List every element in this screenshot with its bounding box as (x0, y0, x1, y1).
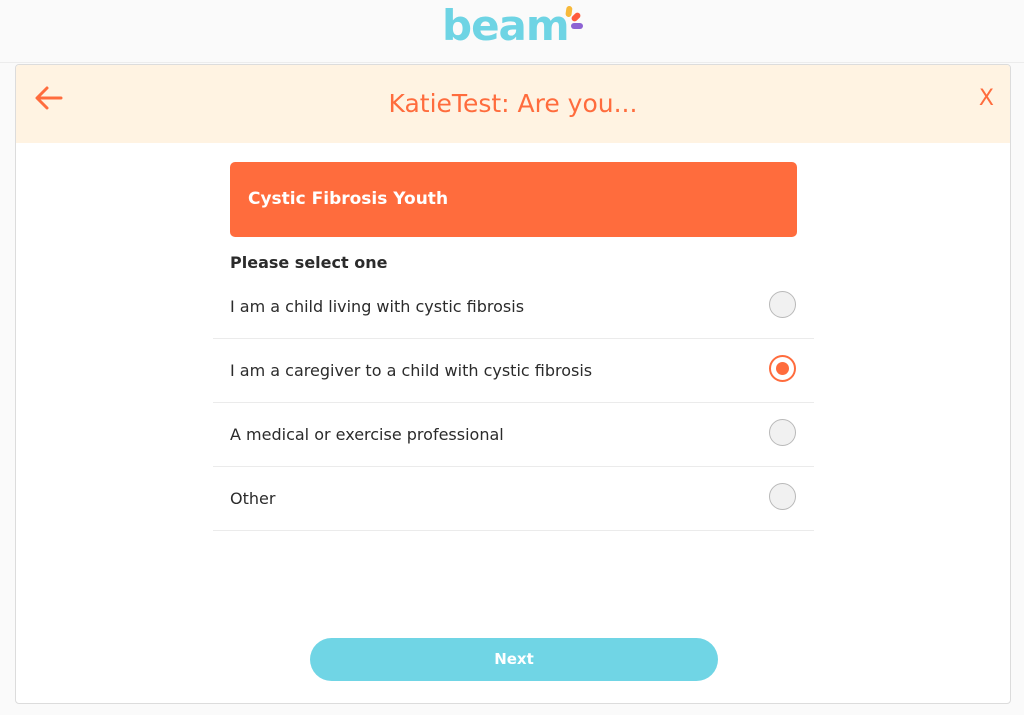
option-label: I am a child living with cystic fibrosis (230, 297, 525, 316)
close-button[interactable]: X (979, 85, 994, 113)
category-label: Cystic Fibrosis Youth (248, 189, 449, 209)
option-caregiver[interactable]: I am a caregiver to a child with cystic … (213, 339, 814, 403)
app-top-bar: beam (0, 0, 1024, 63)
radio-button[interactable] (769, 419, 796, 446)
option-label: Other (230, 489, 276, 508)
radio-button[interactable] (769, 291, 796, 318)
select-prompt: Please select one (230, 253, 388, 272)
radio-button-selected[interactable] (769, 355, 796, 382)
page-title: KatieTest: Are you... (388, 89, 638, 118)
option-other[interactable]: Other (213, 467, 814, 531)
beam-logo: beam (442, 0, 592, 55)
option-child-with-cf[interactable]: I am a child living with cystic fibrosis (213, 275, 814, 339)
logo-sparkle-icon (565, 6, 583, 29)
category-banner: Cystic Fibrosis Youth (230, 162, 797, 237)
radio-button[interactable] (769, 483, 796, 510)
option-label: I am a caregiver to a child with cystic … (230, 361, 593, 380)
option-label: A medical or exercise professional (230, 425, 504, 444)
next-button[interactable]: Next (310, 638, 718, 681)
card-header: KatieTest: Are you... X (16, 65, 1010, 143)
survey-card: KatieTest: Are you... X Cystic Fibrosis … (15, 64, 1011, 704)
options-list: I am a child living with cystic fibrosis… (213, 275, 814, 531)
logo-wordmark: beam (442, 1, 570, 50)
option-professional[interactable]: A medical or exercise professional (213, 403, 814, 467)
